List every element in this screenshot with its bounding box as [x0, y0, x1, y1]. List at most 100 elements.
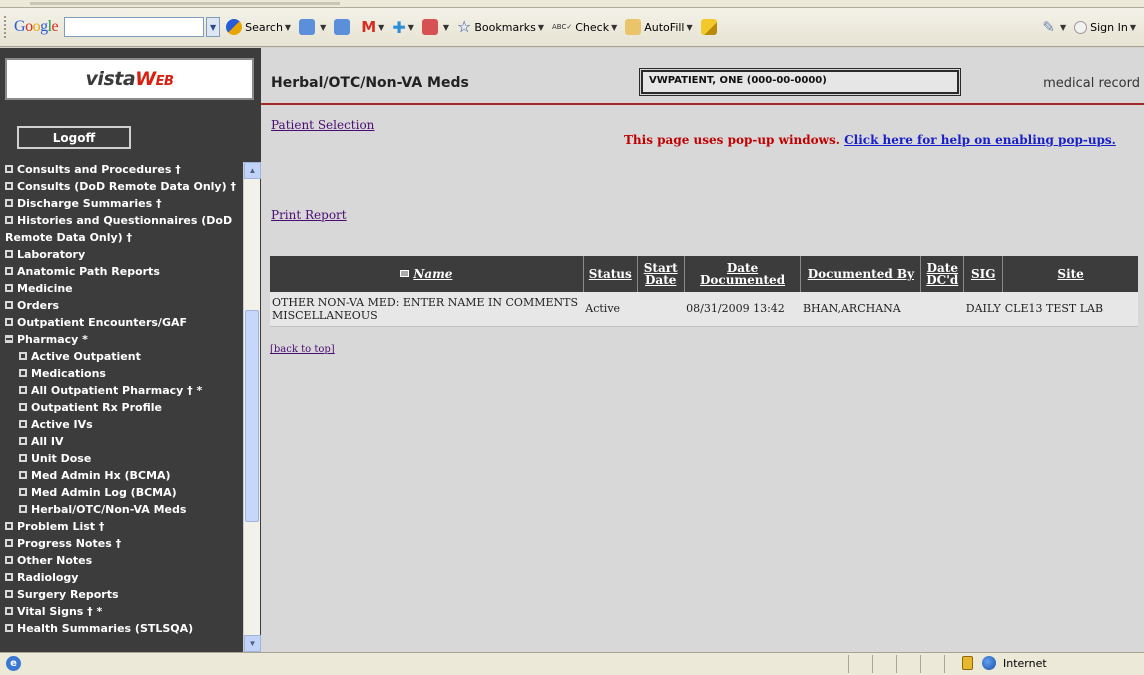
sidebar-item[interactable]: Other Notes — [0, 552, 240, 569]
sidebar-item[interactable]: Medicine — [0, 280, 240, 297]
sidebar-item-label: Vital Signs † * — [17, 605, 103, 618]
share-button[interactable] — [334, 19, 353, 35]
column-header-sig[interactable]: SIG — [963, 256, 1004, 292]
column-header-status[interactable]: Status — [583, 256, 638, 292]
scroll-up-button[interactable]: ▲ — [244, 162, 261, 179]
column-header-site[interactable]: Site — [1002, 256, 1138, 292]
cell-sig: DAILY — [963, 292, 1003, 327]
sidebar-item[interactable]: Outpatient Encounters/GAF — [0, 314, 240, 331]
sidebar-item-label: Medications — [31, 367, 106, 380]
news-button[interactable]: ▼ — [299, 19, 326, 35]
print-report-link[interactable]: Print Report — [271, 208, 347, 222]
spellcheck-button[interactable]: ABC✓ Check ▼ — [552, 21, 617, 34]
sidebar-item-label: All Outpatient Pharmacy † * — [31, 384, 203, 397]
expand-icon — [5, 556, 13, 564]
cell-status: Active — [583, 292, 638, 327]
sidebar-item[interactable]: Laboratory — [0, 246, 240, 263]
chevron-down-icon: ▼ — [378, 22, 385, 32]
sidebar-item-label: Orders — [17, 299, 60, 312]
back-to-top-link[interactable]: [back to top] — [270, 344, 335, 355]
cell-start-date — [637, 292, 685, 327]
sidebar-item[interactable]: Med Admin Hx (BCMA) — [0, 467, 240, 484]
sidebar-item[interactable]: Health Summaries (STLSQA) — [0, 620, 240, 637]
search-dropdown-button[interactable]: ▼ — [206, 17, 221, 37]
sidebar-item[interactable]: Discharge Summaries † — [0, 195, 240, 212]
expand-icon — [5, 522, 13, 530]
sidebar-item-label: Other Notes — [17, 554, 93, 567]
table-row: OTHER NON-VA MED: ENTER NAME IN COMMENTS… — [270, 292, 1138, 327]
vistaweb-logo: vistaWEB — [5, 58, 254, 100]
lock-icon[interactable] — [962, 656, 973, 670]
sidebar-item[interactable]: Vital Signs † * — [0, 603, 240, 620]
sidebar-item[interactable]: Problem List † — [0, 518, 240, 535]
table-header-row: Name Status Start Date Date Documented D… — [270, 256, 1138, 292]
toolbar-grip[interactable] — [4, 16, 8, 38]
status-divider — [872, 655, 873, 673]
cell-date-dc — [920, 292, 964, 327]
column-header-date-dc[interactable]: Date DC'd — [920, 256, 965, 292]
cell-documented-by: BHAN,ARCHANA — [800, 292, 921, 327]
sidebar-item[interactable]: Progress Notes † — [0, 535, 240, 552]
report-nav-list: Consults and Procedures † Consults (DoD R… — [0, 161, 240, 652]
plus-button[interactable]: ✚ ▼ — [392, 18, 414, 37]
popup-warning-text: This page uses pop-up windows. — [624, 133, 840, 147]
expand-icon — [19, 437, 27, 445]
collapse-icon — [5, 335, 13, 343]
sidebar-item-label: Med Admin Log (BCMA) — [31, 486, 177, 499]
sidebar-item-label: Pharmacy * — [17, 333, 88, 346]
news-icon — [299, 19, 316, 35]
sidebar: vistaWEB Logoff Consults and Procedures … — [0, 48, 261, 652]
sidebar-item[interactable]: Herbal/OTC/Non-VA Meds — [0, 501, 240, 518]
google-search-input[interactable] — [64, 17, 205, 37]
logoff-button[interactable]: Logoff — [17, 126, 131, 149]
sidebar-item[interactable]: Med Admin Log (BCMA) — [0, 484, 240, 501]
sidebar-item[interactable]: Medications — [0, 365, 240, 382]
expand-icon — [19, 386, 27, 394]
expand-icon — [19, 420, 27, 428]
sidebar-item[interactable]: Active Outpatient — [0, 348, 240, 365]
signin-button[interactable]: Sign In ▼ — [1074, 20, 1136, 34]
pencil-icon — [700, 19, 717, 35]
sidebar-item[interactable]: All Outpatient Pharmacy † * — [0, 382, 240, 399]
google-logo[interactable]: Google — [14, 18, 59, 36]
scroll-down-button[interactable]: ▼ — [244, 635, 261, 652]
expand-icon — [5, 539, 13, 547]
expand-icon — [19, 488, 27, 496]
sidebar-item[interactable]: Active IVs — [0, 416, 240, 433]
settings-button[interactable]: ✎ ▼ — [1042, 18, 1066, 36]
sidebar-item[interactable]: Consults and Procedures † — [0, 161, 240, 178]
sidebar-item[interactable]: Unit Dose — [0, 450, 240, 467]
autofill-button[interactable]: AutoFill ▼ — [625, 19, 693, 35]
column-header-documented-by[interactable]: Documented By — [800, 256, 922, 292]
sidebar-item[interactable]: Radiology — [0, 569, 240, 586]
meds-table: Name Status Start Date Date Documented D… — [270, 256, 1138, 327]
bookmarks-button[interactable]: ☆ Bookmarks ▼ — [457, 19, 544, 35]
sidebar-item[interactable]: All IV — [0, 433, 240, 450]
expand-icon — [5, 573, 13, 581]
column-header-name[interactable]: Name — [270, 256, 584, 292]
search-button[interactable]: Search ▼ — [226, 19, 291, 35]
sidebar-item[interactable]: Outpatient Rx Profile — [0, 399, 240, 416]
sidebar-item[interactable]: Histories and Questionnaires (DoD Remote… — [0, 212, 240, 246]
sidebar-item[interactable]: Anatomic Path Reports — [0, 263, 240, 280]
expand-icon — [5, 182, 13, 190]
sidebar-scrollbar[interactable]: ▲ ▼ — [243, 162, 261, 652]
sidebar-item[interactable]: Surgery Reports — [0, 586, 240, 603]
highlight-button[interactable] — [700, 19, 720, 35]
popup-blocker-button[interactable]: ▼ — [421, 19, 449, 35]
main-content: Herbal/OTC/Non-VA Meds VWPATIENT, ONE (0… — [261, 48, 1144, 652]
column-header-start-date[interactable]: Start Date — [637, 256, 685, 292]
column-header-date-documented[interactable]: Date Documented — [684, 256, 802, 292]
google-search-icon — [226, 19, 243, 35]
gmail-button[interactable]: M ▼ — [361, 18, 384, 36]
popup-help-link[interactable]: Click here for help on enabling pop-ups. — [844, 133, 1116, 147]
scroll-thumb[interactable] — [245, 310, 259, 522]
sidebar-item[interactable]: Pharmacy * — [0, 331, 240, 348]
patient-selection-link[interactable]: Patient Selection — [271, 118, 374, 132]
sidebar-item[interactable]: Orders — [0, 297, 240, 314]
browser-status-bar: e Internet — [0, 652, 1144, 675]
sidebar-item[interactable]: Consults (DoD Remote Data Only) † — [0, 178, 240, 195]
bookmarks-label: Bookmarks — [474, 20, 536, 34]
page-header: Herbal/OTC/Non-VA Meds VWPATIENT, ONE (0… — [261, 48, 1144, 105]
signin-label: Sign In — [1090, 20, 1128, 34]
